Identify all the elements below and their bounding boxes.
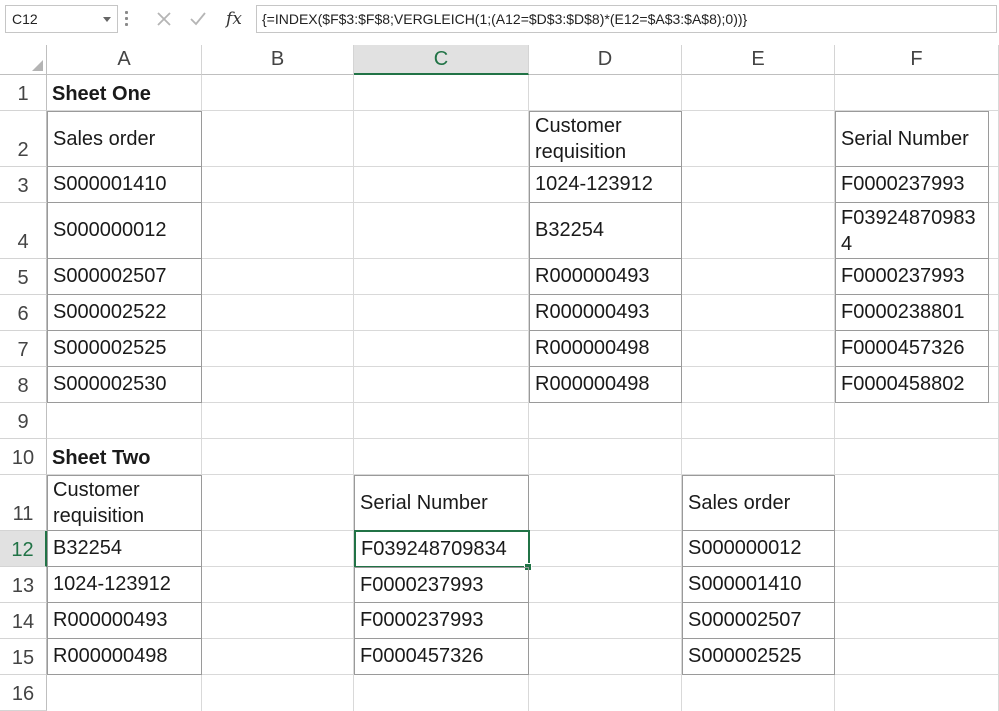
sheet-two-title[interactable]: Sheet Two — [47, 439, 202, 475]
select-all-corner[interactable] — [0, 45, 47, 75]
table-cell[interactable]: R000000498 — [47, 638, 202, 675]
row-header-11[interactable]: 11 — [0, 475, 47, 531]
table-cell[interactable]: F039248709834 — [835, 202, 989, 259]
table-cell[interactable]: F0000237993 — [354, 567, 529, 603]
table-cell[interactable]: R000000493 — [529, 258, 682, 295]
table-cell[interactable]: F0000458802 — [835, 366, 989, 403]
active-cell-c12[interactable]: F039248709834 — [354, 530, 530, 568]
table-cell[interactable]: R000000493 — [529, 294, 682, 331]
row-header-14[interactable]: 14 — [0, 603, 47, 639]
table-cell[interactable]: S000000012 — [47, 202, 202, 259]
formula-buttons: fx — [148, 5, 253, 33]
column-header-e[interactable]: E — [682, 45, 835, 75]
table-cell[interactable]: R000000498 — [529, 330, 682, 367]
formula-bar: C12 fx {=INDEX($F$3:$F$8;VERGLEICH(1;(A1… — [0, 0, 999, 42]
table-cell[interactable]: F0000237993 — [835, 258, 989, 295]
column-header-c[interactable]: C — [354, 45, 529, 75]
row-header-6[interactable]: 6 — [0, 295, 47, 331]
sales-order-header[interactable]: Sales order — [47, 111, 202, 167]
customer-requisition-header[interactable]: Customer requisition — [529, 111, 682, 167]
table-cell[interactable]: S000001410 — [682, 566, 835, 603]
select-all-icon — [32, 60, 43, 71]
table-cell[interactable]: F0000238801 — [835, 294, 989, 331]
row-header-2[interactable]: 2 — [0, 111, 47, 167]
name-box[interactable]: C12 — [5, 5, 118, 33]
customer-requisition-header[interactable]: Customer requisition — [47, 475, 202, 531]
table-cell[interactable]: F0000457326 — [354, 638, 529, 675]
row-header-3[interactable]: 3 — [0, 167, 47, 203]
row-header-8[interactable]: 8 — [0, 367, 47, 403]
function-icon: fx — [226, 9, 242, 29]
table-cell[interactable]: R000000493 — [47, 602, 202, 639]
row-header-15[interactable]: 15 — [0, 639, 47, 675]
table-cell[interactable]: S000002507 — [47, 258, 202, 295]
row-header-9[interactable]: 9 — [0, 403, 47, 439]
column-header-b[interactable]: B — [202, 45, 354, 75]
table-cell[interactable]: B32254 — [529, 202, 682, 259]
table-cell[interactable]: S000002522 — [47, 294, 202, 331]
row-header-13[interactable]: 13 — [0, 567, 47, 603]
row-header-16[interactable]: 16 — [0, 675, 47, 711]
table-cell[interactable]: S000002525 — [47, 330, 202, 367]
row-header-1[interactable]: 1 — [0, 75, 47, 111]
table-cell[interactable]: S000000012 — [682, 530, 835, 567]
formula-text: {=INDEX($F$3:$F$8;VERGLEICH(1;(A12=$D$3:… — [262, 11, 748, 27]
table-cell[interactable]: B32254 — [47, 530, 202, 567]
row-header-7[interactable]: 7 — [0, 331, 47, 367]
row-header-4[interactable]: 4 — [0, 203, 47, 259]
table-cell[interactable]: F0000457326 — [835, 330, 989, 367]
table-cell[interactable]: 1024-123912 — [47, 566, 202, 603]
sales-order-header[interactable]: Sales order — [682, 475, 835, 531]
formula-input[interactable]: {=INDEX($F$3:$F$8;VERGLEICH(1;(A12=$D$3:… — [256, 5, 997, 33]
row-header-12[interactable]: 12 — [0, 531, 47, 567]
table-cell[interactable]: S000002530 — [47, 366, 202, 403]
table-cell[interactable]: F0000237993 — [354, 602, 529, 639]
enter-icon[interactable] — [184, 5, 212, 33]
table-cell[interactable]: F0000237993 — [835, 166, 989, 203]
serial-number-header[interactable]: Serial Number — [354, 475, 529, 531]
table-cell[interactable]: S000002525 — [682, 638, 835, 675]
sheet-one-title[interactable]: Sheet One — [47, 75, 202, 111]
cancel-icon[interactable] — [150, 5, 178, 33]
insert-function-button[interactable]: fx — [220, 5, 248, 33]
name-box-value: C12 — [12, 11, 38, 27]
column-header-a[interactable]: A — [47, 45, 202, 75]
chevron-down-icon[interactable] — [103, 17, 111, 22]
spreadsheet-grid[interactable]: A B C D E F 1 2 3 4 5 6 7 8 9 10 11 12 1… — [0, 45, 999, 711]
grip-icon[interactable] — [125, 11, 128, 29]
table-cell[interactable]: S000001410 — [47, 166, 202, 203]
table-cell[interactable]: 1024-123912 — [529, 166, 682, 203]
table-cell[interactable]: S000002507 — [682, 602, 835, 639]
serial-number-header[interactable]: Serial Number — [835, 111, 989, 167]
column-header-d[interactable]: D — [529, 45, 682, 75]
column-header-f[interactable]: F — [835, 45, 999, 75]
row-header-5[interactable]: 5 — [0, 259, 47, 295]
table-cell[interactable]: R000000498 — [529, 366, 682, 403]
row-header-10[interactable]: 10 — [0, 439, 47, 475]
